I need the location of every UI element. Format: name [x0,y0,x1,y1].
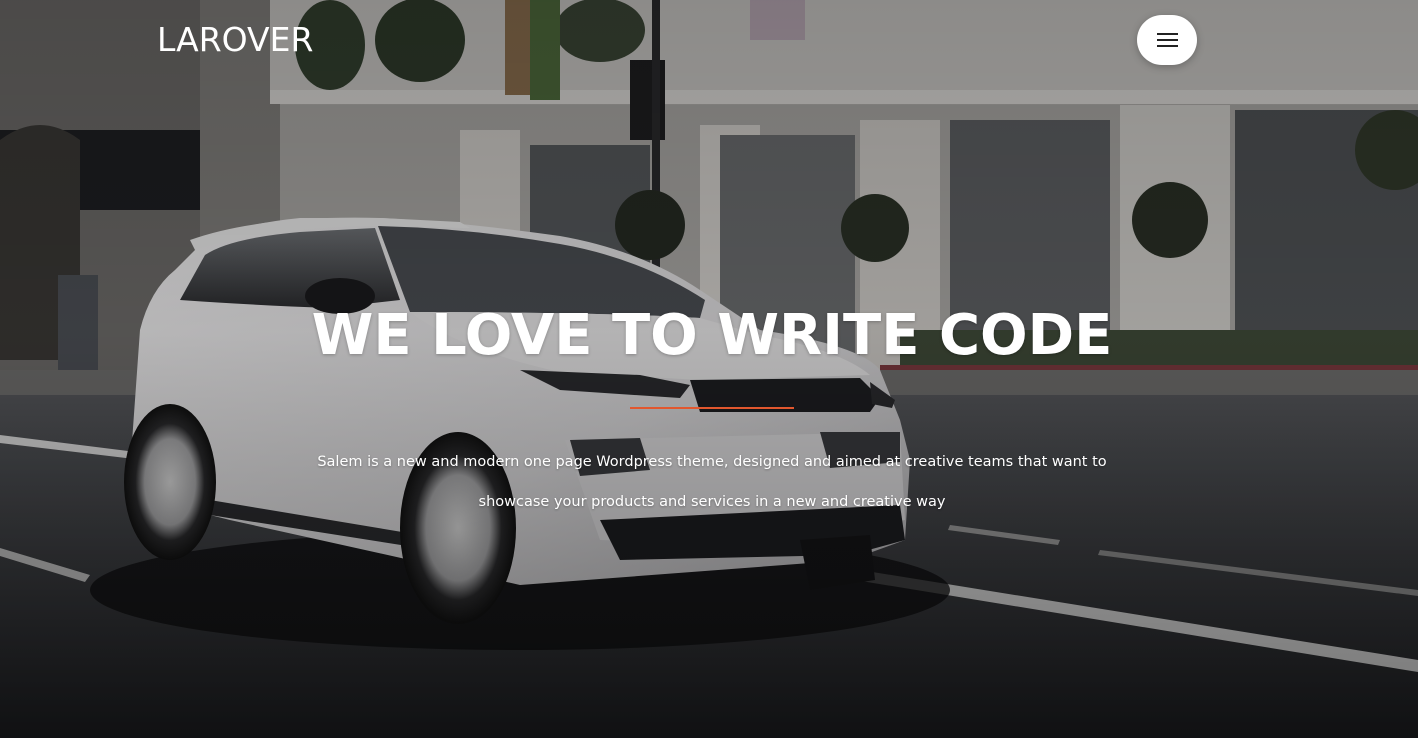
menu-toggle-button[interactable] [1137,15,1197,65]
hero-description: Salem is a new and modern one page Wordp… [317,454,1107,510]
title-underline-divider [630,407,794,409]
hero-section: LAROVER WE LOVE TO WRITE CODE Salem is a… [0,0,1418,738]
hamburger-icon [1157,33,1178,47]
hero-title: WE LOVE TO WRITE CODE [311,303,1113,368]
site-logo[interactable]: LAROVER [157,20,313,60]
